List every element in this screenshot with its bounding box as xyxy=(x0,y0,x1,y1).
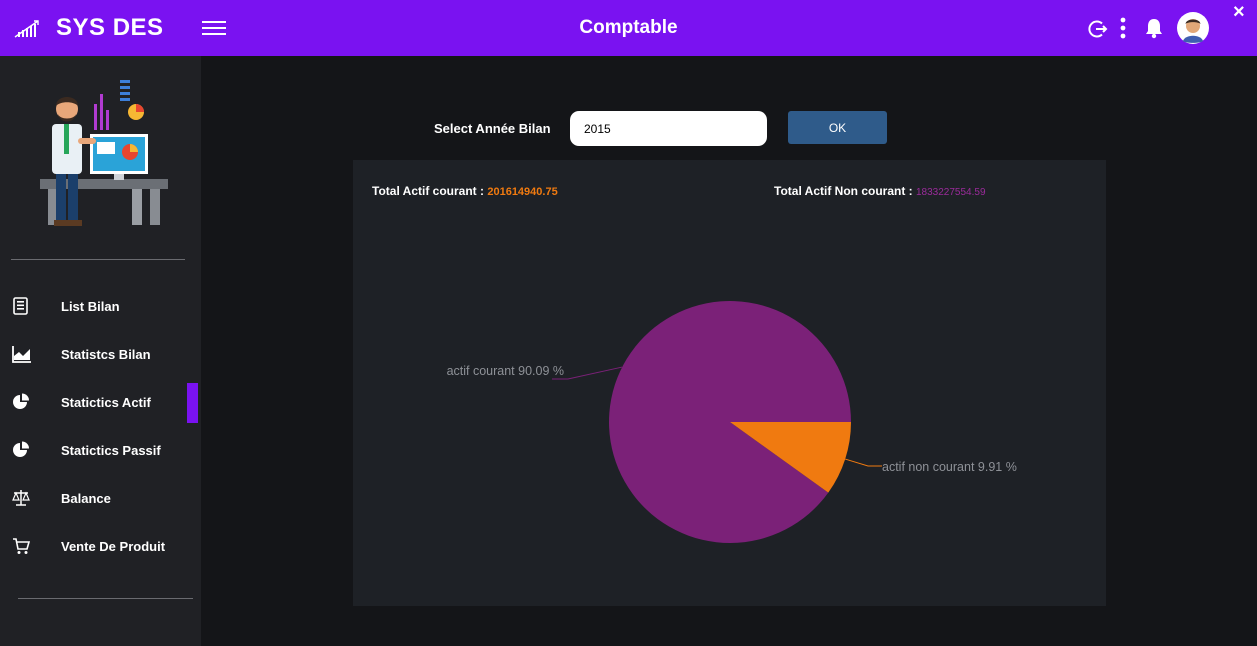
sidebar-item-label: Balance xyxy=(61,491,111,506)
sidebar-item-balance[interactable]: Balance xyxy=(0,479,201,519)
pie-label-actif-courant: actif courant 90.09 % xyxy=(447,364,564,378)
pie-chart: actif courant 90.09 % actif non courant 9… xyxy=(447,301,1017,544)
sidebar-item-label: Vente De Produit xyxy=(61,539,166,554)
select-year-label: Select Année Bilan xyxy=(434,121,551,136)
active-indicator xyxy=(187,383,198,423)
area-chart-icon xyxy=(12,346,31,363)
sidebar-item-label: Statistcs Bilan xyxy=(61,347,151,362)
pie-chart-icon xyxy=(13,441,29,457)
year-input[interactable] xyxy=(570,111,767,146)
sidebar-item-vente-de-produit[interactable]: Vente De Produit xyxy=(0,527,201,567)
pie-label-actif-non-courant: actif non courant 9.91 % xyxy=(882,460,1017,474)
bell-icon[interactable] xyxy=(1144,17,1164,39)
page-title: Comptable xyxy=(579,17,678,38)
pie-chart-icon xyxy=(13,393,29,409)
cart-icon xyxy=(13,538,30,554)
sidebar-item-label: Statictics Passif xyxy=(61,443,161,458)
sidebar-divider-top xyxy=(11,259,185,260)
chart-panel: Total Actif courant : 201614940.75 Total… xyxy=(353,160,1106,606)
sidebar-divider-bottom xyxy=(18,598,193,599)
document-icon xyxy=(13,297,28,315)
ok-button[interactable]: OK xyxy=(788,111,887,144)
sidebar-item-statistcs-bilan[interactable]: Statistcs Bilan xyxy=(0,335,201,375)
sidebar: List Bilan Statistcs Bilan Statictics Ac… xyxy=(0,56,201,646)
more-vert-icon[interactable] xyxy=(1118,15,1128,41)
close-icon[interactable]: × xyxy=(1233,1,1245,24)
logout-icon[interactable] xyxy=(1088,19,1108,39)
sidebar-item-list-bilan[interactable]: List Bilan xyxy=(0,287,201,327)
leader-line-actif-non-courant xyxy=(845,458,882,467)
sidebar-item-statictics-actif[interactable]: Statictics Actif xyxy=(0,383,201,423)
sidebar-item-label: Statictics Actif xyxy=(61,395,151,410)
accountant-illustration xyxy=(40,80,168,226)
sidebar-item-statictics-passif[interactable]: Statictics Passif xyxy=(0,431,201,471)
user-avatar[interactable] xyxy=(1177,12,1209,44)
scale-icon xyxy=(12,490,30,506)
top-bar: SYS DES Comptable × xyxy=(0,0,1257,56)
sidebar-item-label: List Bilan xyxy=(61,299,120,314)
